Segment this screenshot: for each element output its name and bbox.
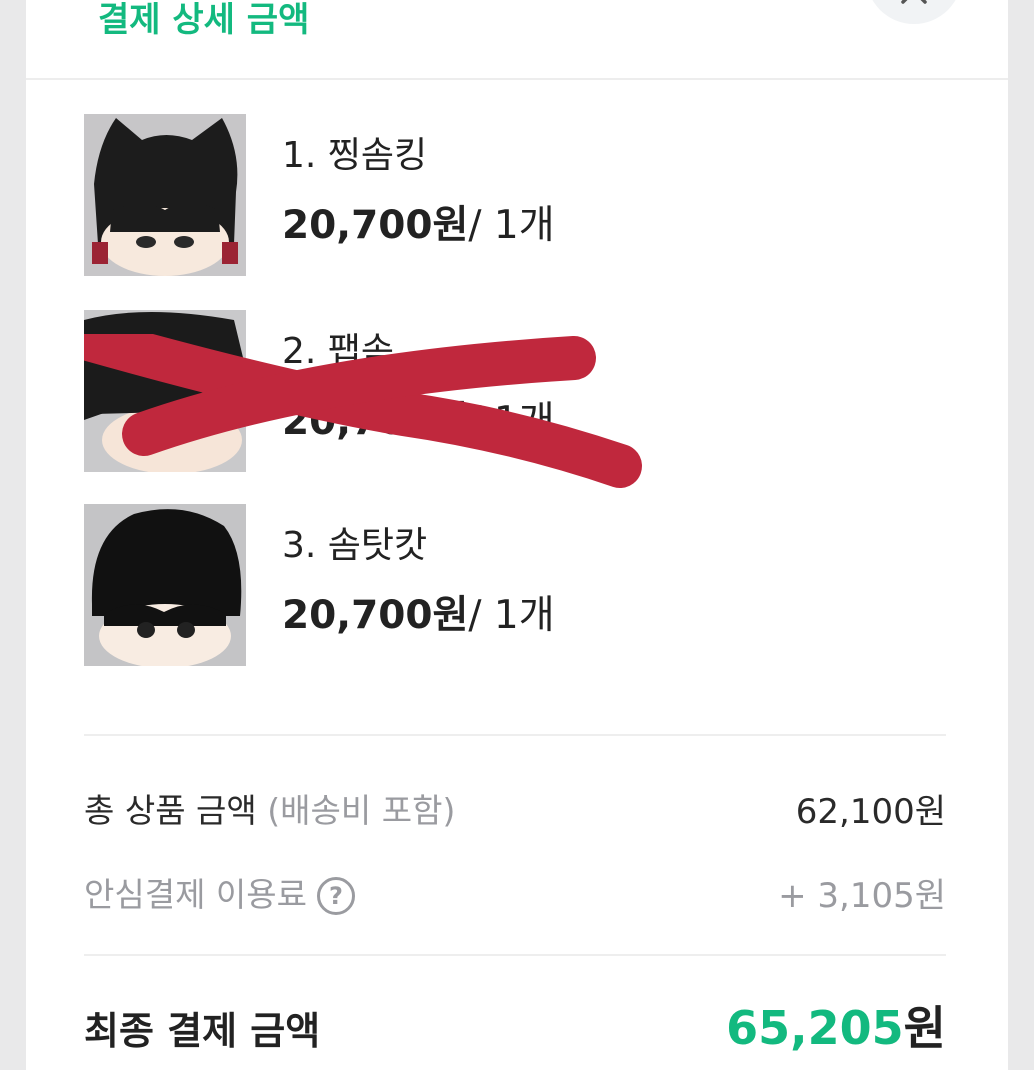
close-icon [901, 0, 927, 4]
total-product-value: 62,100원 [795, 792, 946, 832]
item-name: 2. 팹솜 [282, 331, 395, 372]
product-thumbnail [84, 114, 246, 276]
final-payment-value: 65,205원 [726, 992, 946, 1058]
question-circle-icon[interactable]: ? [317, 877, 356, 915]
item-name: 1. 찡솜킹 [282, 135, 428, 176]
item-price: 20,700원 [282, 399, 469, 444]
safe-payment-fee-label: 안심결제 이용료? [84, 868, 356, 916]
close-button[interactable] [866, 0, 962, 24]
divider [84, 734, 946, 736]
item-quantity: / 1개 [468, 399, 555, 444]
product-thumbnail [84, 504, 246, 666]
item-price: 20,700원 [282, 593, 469, 638]
fee-label-text: 안심결제 이용료 [84, 875, 308, 914]
total-label-text: 총 상품 금액 [84, 791, 257, 830]
shipping-note: (배송비 포함) [267, 791, 456, 830]
order-item: 1. 찡솜킹 20,700원/ 1개 [84, 114, 954, 276]
safe-payment-fee-value: + 3,105원 [778, 876, 946, 916]
sheet-title: 결제 상세 금액 [98, 0, 310, 40]
order-item: 2. 팹솜 20,700원/ 1개 [84, 310, 954, 472]
payment-detail-sheet: 결제 상세 금액 1. 찡솜킹 20,700원/ 1개 2. 팹솜 20,700… [26, 0, 1008, 1070]
product-thumbnail [84, 310, 246, 472]
item-price-line: 20,700원/ 1개 [282, 584, 555, 640]
final-unit: 원 [903, 1001, 946, 1055]
item-quantity: / 1개 [468, 203, 555, 248]
final-payment-label: 최종 결제 금액 [84, 1009, 321, 1053]
final-amount: 65,205 [726, 1001, 904, 1055]
item-quantity: / 1개 [468, 593, 555, 638]
item-price-line: 20,700원/ 1개 [282, 390, 555, 446]
total-product-label: 총 상품 금액 (배송비 포함) [84, 784, 455, 832]
divider [84, 954, 946, 956]
item-price: 20,700원 [282, 203, 469, 248]
item-price-line: 20,700원/ 1개 [282, 194, 555, 250]
order-item: 3. 솜탓캇 20,700원/ 1개 [84, 504, 954, 666]
item-name: 3. 솜탓캇 [282, 525, 428, 566]
sheet-header: 결제 상세 금액 [26, 0, 1008, 80]
